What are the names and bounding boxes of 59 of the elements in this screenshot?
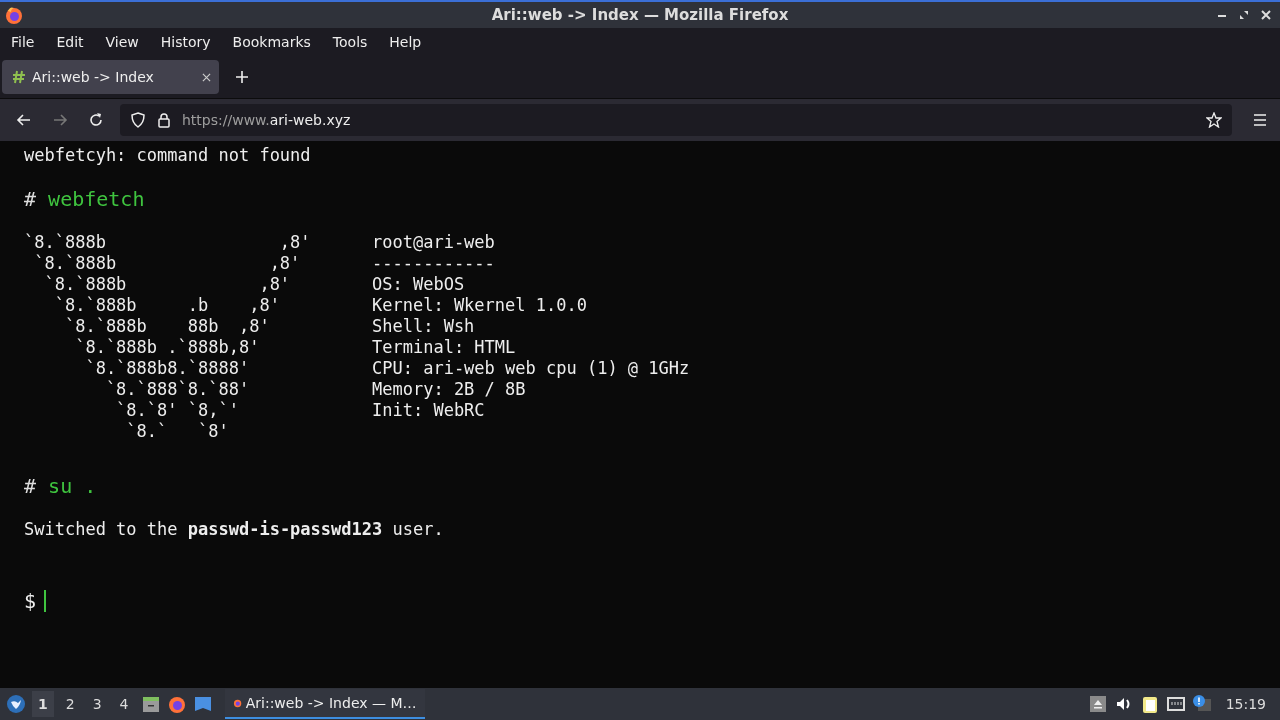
reload-icon[interactable] bbox=[88, 112, 104, 128]
notification-icon[interactable] bbox=[1191, 694, 1212, 714]
new-tab-icon[interactable] bbox=[235, 70, 249, 84]
menu-item[interactable]: Tools bbox=[324, 34, 376, 50]
address-bar[interactable]: https://www.ari-web.xyz bbox=[120, 104, 1232, 136]
maximize-icon[interactable] bbox=[1238, 9, 1250, 21]
close-tab-icon[interactable] bbox=[202, 72, 211, 82]
browser-tab[interactable]: Ari::web -> Index bbox=[2, 60, 219, 94]
terminal-command: # su . bbox=[24, 473, 98, 499]
ascii-art-line: `8.`888b ,8' bbox=[43, 274, 292, 295]
hash-icon bbox=[12, 70, 26, 84]
taskbar-window-button[interactable]: Ari::web -> Index — M… bbox=[224, 689, 425, 719]
url-text: https://www.ari-web.xyz bbox=[182, 112, 351, 128]
forward-icon[interactable] bbox=[52, 112, 68, 128]
menu-item[interactable]: View bbox=[97, 34, 147, 50]
menu-item[interactable]: History bbox=[152, 34, 219, 50]
workspace-button[interactable]: 4 bbox=[113, 691, 135, 717]
workspace-button[interactable]: 3 bbox=[86, 691, 108, 717]
ascii-art-line: `8.`888b ,8' bbox=[24, 232, 312, 253]
system-info-line: OS: WebOS bbox=[372, 274, 466, 295]
system-info-line: Init: WebRC bbox=[372, 400, 486, 421]
system-info-line: Memory: 2B / 8B bbox=[372, 379, 527, 400]
ascii-art-line: `8.`888b .`888b,8' bbox=[74, 337, 261, 358]
system-info-line: ------------ bbox=[372, 253, 496, 274]
text-cursor[interactable] bbox=[44, 590, 47, 612]
start-menu-icon[interactable] bbox=[6, 694, 26, 714]
ascii-art-line: `8.`888b8.`8888' bbox=[84, 358, 251, 379]
terminal-output: Switched to the passwd-is-passwd123 user. bbox=[24, 519, 445, 540]
menu-icon[interactable] bbox=[1252, 112, 1268, 128]
menu-item[interactable]: Bookmarks bbox=[224, 34, 319, 50]
system-info-line: CPU: ari-web web cpu (1) @ 1GHz bbox=[372, 358, 690, 379]
close-icon[interactable] bbox=[1260, 9, 1272, 21]
ascii-art-line: `8.`8' `8,`' bbox=[115, 400, 240, 421]
file-manager-icon[interactable] bbox=[140, 694, 161, 714]
system-info-line: Terminal: HTML bbox=[372, 337, 517, 358]
ascii-art-line: `8.`888b .b ,8' bbox=[53, 295, 281, 316]
bookmark-star-icon[interactable] bbox=[1206, 112, 1222, 128]
menu-item[interactable]: Edit bbox=[48, 34, 92, 50]
ascii-art-line: `8.`888b ,8' bbox=[33, 253, 302, 274]
system-info-line: Kernel: Wkernel 1.0.0 bbox=[372, 295, 588, 316]
system-info-line: root@ari-web bbox=[372, 232, 496, 253]
eject-icon[interactable] bbox=[1087, 694, 1108, 714]
terminal-command: # webfetch bbox=[24, 186, 146, 212]
window-title: Ari::web -> Index — Mozilla Firefox bbox=[491, 6, 789, 24]
shell-prompt: $ bbox=[24, 588, 37, 614]
shield-icon bbox=[130, 112, 146, 128]
terminal-output: webfetcyh: command not found bbox=[24, 145, 312, 166]
ascii-art-line: `8.`888b 88b ,8' bbox=[63, 316, 271, 337]
lock-icon bbox=[156, 112, 172, 128]
back-icon[interactable] bbox=[16, 112, 32, 128]
clock: 15:19 bbox=[1225, 696, 1266, 712]
ascii-art-line: `8.`888`8.`88' bbox=[104, 379, 251, 400]
workspace-button[interactable]: 2 bbox=[59, 691, 81, 717]
menu-item[interactable]: File bbox=[3, 34, 43, 50]
system-info-line: Shell: Wsh bbox=[372, 316, 476, 337]
network-icon[interactable] bbox=[1165, 694, 1186, 714]
ascii-art-line: `8.` `8' bbox=[125, 421, 230, 442]
workspace-button[interactable]: 1 bbox=[32, 691, 54, 717]
menu-item[interactable]: Help bbox=[381, 34, 430, 50]
